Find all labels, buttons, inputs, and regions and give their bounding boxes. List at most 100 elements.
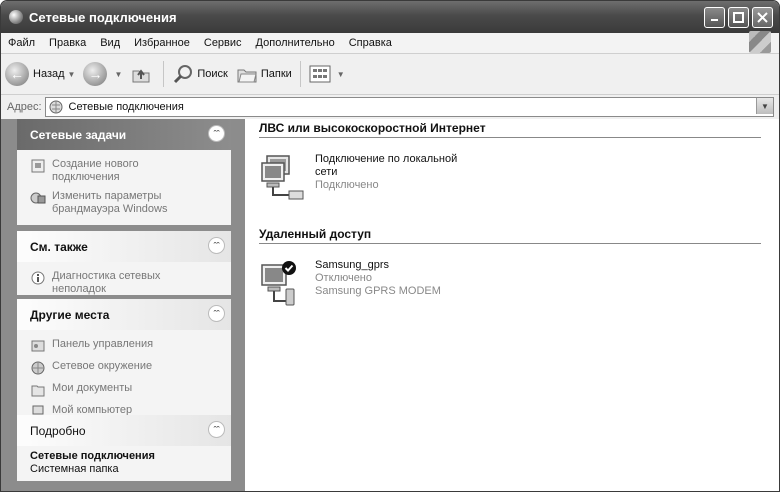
maximize-icon [733, 11, 744, 23]
network-places-icon [30, 360, 46, 376]
details-body: Сетевые подключения Системная папка [17, 446, 231, 482]
control-panel-label: Панель управления [52, 338, 154, 350]
details-title: Подробно [30, 423, 86, 438]
toolbar: ← Назад ▼ → ▼ Поиск Папки ▼ [1, 54, 779, 95]
place-control-panel[interactable]: Панель управления [30, 338, 223, 354]
toolbar-separator [299, 61, 301, 87]
network-places-label: Сетевое окружение [52, 360, 153, 372]
network-icon [9, 10, 23, 24]
see-also-header[interactable]: См. также ˆˆ [17, 231, 231, 262]
windows-logo-icon [749, 31, 771, 53]
lan-connection-item[interactable]: Подключение по локальной сети Подключено [259, 153, 465, 203]
address-bar: Адрес: Сетевые подключения ▼ [1, 95, 779, 120]
details-header[interactable]: Подробно ˆˆ [17, 415, 231, 446]
back-dropdown-icon[interactable]: ▼ [68, 70, 76, 79]
window: Сетевые подключения Файл Правка Вид Избр… [0, 0, 780, 492]
window-title: Сетевые подключения [29, 9, 177, 25]
see-also-diagnostics[interactable]: Диагностика сетевых неполадок [30, 270, 223, 296]
minimize-button[interactable] [704, 6, 725, 28]
network-tasks-panel: Сетевые задачи ˆˆ Создание нового подклю… [17, 119, 231, 225]
my-documents-label: Мои документы [52, 382, 133, 394]
group-dialup-title: Удаленный доступ [259, 227, 372, 241]
menu-tools[interactable]: Сервис [197, 37, 249, 49]
views-icon [309, 63, 331, 85]
group-divider [259, 243, 761, 244]
views-button[interactable]: ▼ [305, 59, 349, 89]
menu-edit[interactable]: Правка [42, 37, 93, 49]
search-button[interactable]: Поиск [168, 59, 231, 89]
control-panel-icon [30, 338, 46, 354]
menu-file[interactable]: Файл [1, 37, 42, 49]
address-input[interactable]: Сетевые подключения ▼ [44, 97, 774, 117]
address-dropdown-icon[interactable]: ▼ [756, 98, 773, 114]
folder-up-icon [130, 63, 152, 85]
info-icon [30, 270, 46, 286]
toolbar-separator [163, 61, 165, 87]
task-new-connection-label: Создание нового подключения [52, 158, 139, 183]
views-dropdown-icon[interactable]: ▼ [337, 70, 345, 79]
back-button[interactable]: ← Назад ▼ [1, 59, 79, 89]
network-tasks-title: Сетевые задачи [30, 127, 127, 142]
task-new-connection[interactable]: Создание нового подключения [30, 158, 223, 184]
lan-connection-icon [261, 155, 304, 200]
close-icon [757, 11, 768, 23]
task-firewall-settings[interactable]: Изменить параметры брандмауэра Windows [30, 190, 223, 216]
network-tasks-header[interactable]: Сетевые задачи ˆˆ [17, 119, 231, 150]
content-area: Сетевые задачи ˆˆ Создание нового подклю… [1, 119, 779, 491]
menu-view[interactable]: Вид [93, 37, 127, 49]
menu-bar: Файл Правка Вид Избранное Сервис Дополни… [1, 31, 779, 54]
group-lan-title: ЛВС или высокоскоростной Интернет [259, 121, 486, 135]
collapse-chevron-icon[interactable]: ˆˆ [208, 305, 225, 322]
folders-button[interactable]: Папки [232, 59, 296, 89]
forward-arrow-icon: → [83, 62, 108, 86]
folders-label: Папки [260, 68, 292, 80]
new-connection-icon [30, 158, 46, 174]
place-my-documents[interactable]: Мои документы [30, 382, 223, 398]
address-label: Адрес: [7, 101, 42, 113]
menu-advanced[interactable]: Дополнительно [249, 37, 342, 49]
details-name: Сетевые подключения [30, 450, 155, 462]
task-pane: Сетевые задачи ˆˆ Создание нового подклю… [1, 119, 245, 491]
search-label: Поиск [197, 68, 228, 80]
collapse-chevron-icon[interactable]: ˆˆ [208, 125, 225, 142]
gprs-connection-name: Samsung_gprs [315, 259, 389, 271]
back-arrow-icon: ← [5, 62, 29, 86]
gprs-connection-device: Samsung GPRS MODEM [315, 285, 441, 297]
task-firewall-label: Изменить параметры брандмауэра Windows [52, 190, 168, 215]
details-type: Системная папка [30, 463, 119, 475]
other-places-header[interactable]: Другие места ˆˆ [17, 299, 231, 330]
group-divider [259, 137, 761, 138]
up-button[interactable] [126, 59, 159, 89]
maximize-button[interactable] [728, 6, 749, 28]
network-connections-icon [49, 100, 63, 114]
back-label: Назад [33, 68, 65, 80]
see-also-title: См. также [30, 239, 88, 254]
search-icon [172, 63, 194, 85]
details-panel: Подробно ˆˆ Сетевые подключения Системна… [17, 415, 231, 481]
file-view: ЛВС или высокоскоростной Интернет Подклю… [245, 119, 779, 491]
place-network-places[interactable]: Сетевое окружение [30, 360, 223, 376]
other-places-panel: Другие места ˆˆ Панель управления Сетево… [17, 299, 231, 418]
collapse-chevron-icon[interactable]: ˆˆ [208, 237, 225, 254]
menu-favorites[interactable]: Избранное [127, 37, 197, 49]
lan-connection-name: Подключение по локальной сети [315, 153, 458, 178]
dialup-connection-icon [261, 261, 296, 306]
diagnostics-label: Диагностика сетевых неполадок [52, 270, 161, 295]
minimize-icon [710, 19, 718, 21]
other-places-title: Другие места [30, 307, 110, 322]
gprs-connection-item[interactable]: Samsung_gprs Отключено Samsung GPRS MODE… [259, 259, 441, 309]
lan-connection-status: Подключено [315, 179, 379, 191]
see-also-panel: См. также ˆˆ Диагностика сетевых неполад… [17, 231, 231, 295]
forward-dropdown-icon[interactable]: ▼ [114, 70, 122, 79]
my-documents-icon [30, 382, 46, 398]
folders-icon [236, 63, 258, 85]
firewall-icon [30, 190, 46, 206]
forward-button[interactable]: → ▼ [79, 59, 126, 89]
title-bar[interactable]: Сетевые подключения [1, 1, 779, 33]
menu-help[interactable]: Справка [342, 37, 399, 49]
address-value: Сетевые подключения [68, 101, 184, 113]
network-tasks-body: Создание нового подключения Изменить пар… [17, 150, 231, 228]
close-button[interactable] [752, 6, 773, 28]
collapse-chevron-icon[interactable]: ˆˆ [208, 421, 225, 438]
gprs-connection-status: Отключено [315, 272, 372, 284]
